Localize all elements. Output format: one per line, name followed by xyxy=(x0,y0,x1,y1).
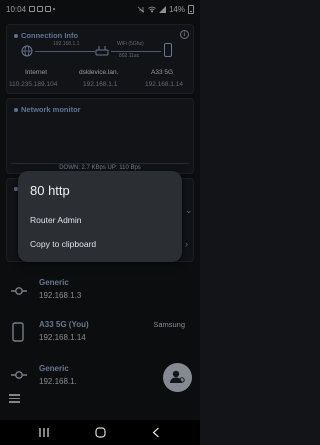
router-admin-menu-item[interactable]: Router Admin xyxy=(18,211,182,229)
back-icon[interactable] xyxy=(152,427,160,438)
system-nav-bar xyxy=(0,420,200,445)
home-icon[interactable] xyxy=(95,427,106,438)
context-menu-title: 80 http xyxy=(30,183,70,198)
recent-apps-icon[interactable] xyxy=(39,428,49,437)
copy-to-clipboard-menu-item[interactable]: Copy to clipboard xyxy=(18,235,182,253)
port-context-menu: 80 http Router Admin Copy to clipboard xyxy=(18,171,182,262)
